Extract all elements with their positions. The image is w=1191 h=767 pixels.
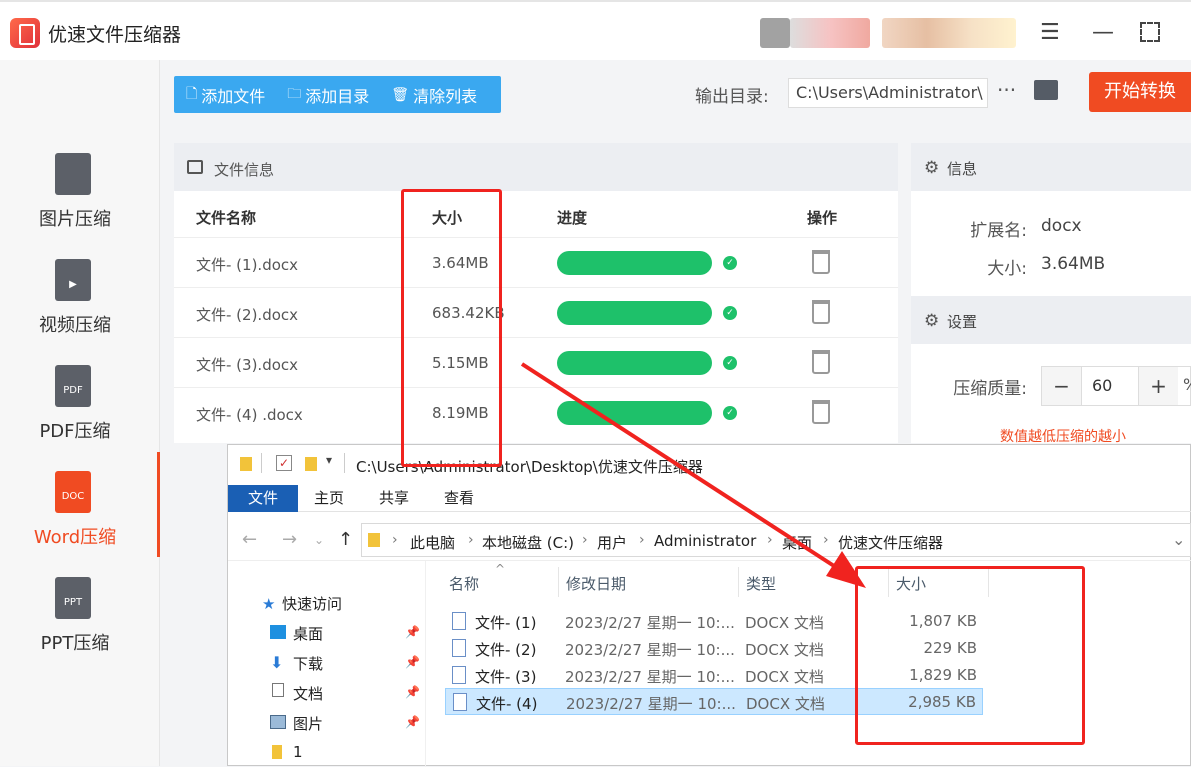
annotation-arrow-shaft <box>520 362 850 577</box>
annotation-arrow-head <box>826 551 866 588</box>
annotation-arrow <box>520 362 866 588</box>
